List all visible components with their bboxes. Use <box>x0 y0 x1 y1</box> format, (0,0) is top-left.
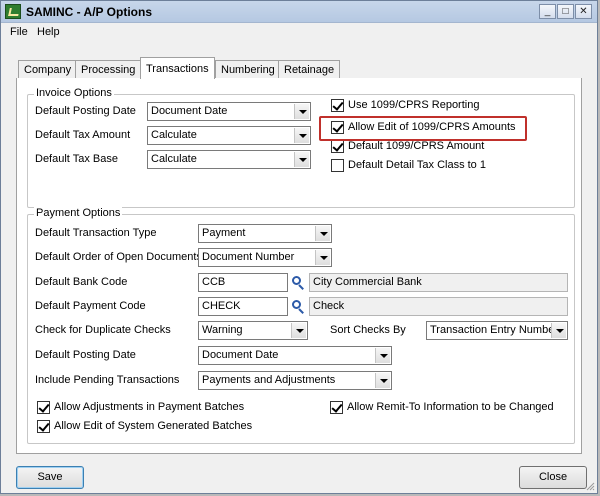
sort-checks-by-select[interactable]: Transaction Entry Number <box>426 321 568 340</box>
resize-grip-icon[interactable] <box>585 481 595 491</box>
chevron-down-icon[interactable] <box>315 226 330 241</box>
bank-code-search-icon[interactable] <box>289 274 307 292</box>
default-tax-amount-label: Default Tax Amount <box>35 129 131 141</box>
bank-code-input[interactable]: CCB <box>198 273 288 292</box>
chevron-down-icon[interactable] <box>315 250 330 265</box>
bank-code-value: CCB <box>202 276 226 288</box>
default-posting-date-label: Default Posting Date <box>35 105 136 117</box>
tab-numbering[interactable]: Numbering <box>215 60 281 79</box>
allow-adjustments-label: Allow Adjustments in Payment Batches <box>54 401 245 413</box>
invoice-posting-date-value: Document Date <box>151 105 228 117</box>
default-order-open-docs-value: Document Number <box>202 251 295 263</box>
default-tax-amount-value: Calculate <box>151 129 197 141</box>
default-tax-base-select[interactable]: Calculate <box>147 150 311 169</box>
allow-edit-system-batches-checkbox[interactable] <box>37 420 50 433</box>
use-1099-reporting-label: Use 1099/CPRS Reporting <box>348 99 480 111</box>
title-bar[interactable]: SAMINC - A/P Options _ □ ✕ <box>1 1 597 23</box>
sort-checks-by-value: Transaction Entry Number <box>430 324 558 336</box>
use-1099-reporting-checkbox[interactable] <box>331 99 344 112</box>
include-pending-label: Include Pending Transactions <box>35 374 180 386</box>
invoice-options-title: Invoice Options <box>34 87 114 99</box>
payment-code-value: CHECK <box>202 300 241 312</box>
bank-description-field: City Commercial Bank <box>309 273 568 292</box>
bank-description-value: City Commercial Bank <box>313 276 422 288</box>
default-transaction-type-value: Payment <box>202 227 246 239</box>
payment-description-field: Check <box>309 297 568 316</box>
include-pending-value: Payments and Adjustments <box>202 374 336 386</box>
default-payment-code-label: Default Payment Code <box>35 300 146 312</box>
allow-remit-to-checkbox[interactable] <box>330 401 343 414</box>
chevron-down-icon[interactable] <box>375 373 390 388</box>
sage-app-icon <box>5 4 21 19</box>
menu-bar: File Help <box>1 23 597 42</box>
payment-options-title: Payment Options <box>34 207 123 219</box>
sort-checks-by-label: Sort Checks By <box>330 324 406 336</box>
maximize-button[interactable]: □ <box>557 4 574 19</box>
allow-remit-to-label: Allow Remit-To Information to be Changed <box>347 401 554 413</box>
check-duplicate-value: Warning <box>202 324 243 336</box>
default-bank-code-label: Default Bank Code <box>35 276 128 288</box>
save-button[interactable]: Save <box>16 466 84 489</box>
default-detail-tax-class-checkbox[interactable] <box>331 159 344 172</box>
chevron-down-icon[interactable] <box>291 323 306 338</box>
default-1099-amount-checkbox[interactable] <box>331 140 344 153</box>
close-button[interactable]: Close <box>519 466 587 489</box>
default-order-open-docs-select[interactable]: Document Number <box>198 248 332 267</box>
minimize-button[interactable]: _ <box>539 4 556 19</box>
close-window-button[interactable]: ✕ <box>575 4 592 19</box>
chevron-down-icon[interactable] <box>294 128 309 143</box>
tab-retainage[interactable]: Retainage <box>278 60 341 79</box>
default-tax-amount-select[interactable]: Calculate <box>147 126 311 145</box>
payment-code-search-icon[interactable] <box>289 298 307 316</box>
menu-help[interactable]: Help <box>37 26 60 38</box>
payment-code-input[interactable]: CHECK <box>198 297 288 316</box>
payment-posting-date-select[interactable]: Document Date <box>198 346 392 365</box>
check-duplicate-select[interactable]: Warning <box>198 321 308 340</box>
chevron-down-icon[interactable] <box>375 348 390 363</box>
payment-posting-date-value: Document Date <box>202 349 279 361</box>
default-1099-amount-label: Default 1099/CPRS Amount <box>348 140 485 152</box>
default-tax-base-value: Calculate <box>151 153 197 165</box>
default-transaction-type-label: Default Transaction Type <box>35 227 157 239</box>
check-duplicate-label: Check for Duplicate Checks <box>35 324 171 336</box>
default-tax-base-label: Default Tax Base <box>35 153 118 165</box>
window-title: SAMINC - A/P Options <box>26 5 152 19</box>
tab-transactions[interactable]: Transactions <box>140 57 215 80</box>
default-transaction-type-select[interactable]: Payment <box>198 224 332 243</box>
ap-options-window: SAMINC - A/P Options _ □ ✕ File Help Com… <box>0 0 598 494</box>
tab-processing[interactable]: Processing <box>75 60 142 79</box>
default-detail-tax-class-label: Default Detail Tax Class to 1 <box>348 159 486 171</box>
menu-file[interactable]: File <box>10 26 28 38</box>
allow-edit-system-batches-label: Allow Edit of System Generated Batches <box>54 420 253 432</box>
payment-description-value: Check <box>313 300 345 312</box>
tab-company[interactable]: Company <box>18 60 78 79</box>
highlight-annotation-box <box>319 116 527 141</box>
chevron-down-icon[interactable] <box>294 104 309 119</box>
include-pending-select[interactable]: Payments and Adjustments <box>198 371 392 390</box>
allow-adjustments-checkbox[interactable] <box>37 401 50 414</box>
invoice-posting-date-select[interactable]: Document Date <box>147 102 311 121</box>
chevron-down-icon[interactable] <box>551 323 566 338</box>
chevron-down-icon[interactable] <box>294 152 309 167</box>
default-order-open-docs-label: Default Order of Open Documents <box>35 251 202 263</box>
payment-posting-date-label: Default Posting Date <box>35 349 136 361</box>
